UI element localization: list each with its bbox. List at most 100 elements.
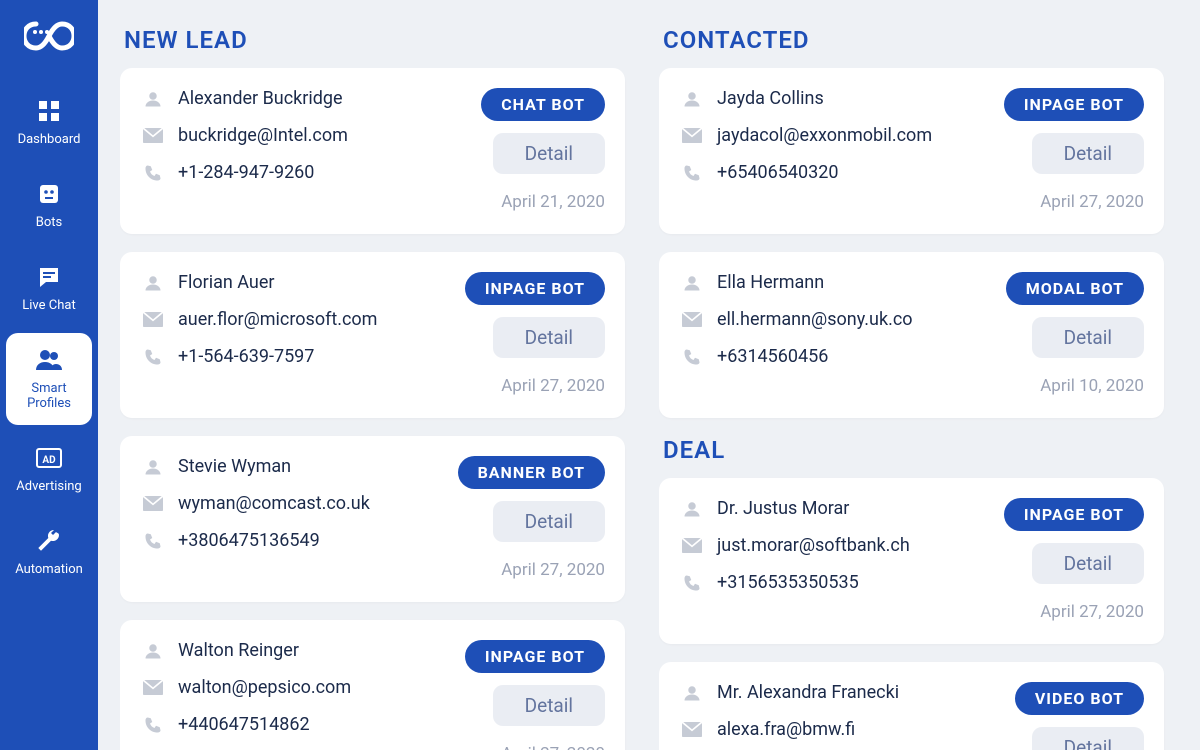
phone-icon	[142, 531, 164, 551]
lead-card: Jayda Collins jaydacol@exxonmobil.com +6…	[659, 68, 1164, 234]
phone-icon	[142, 347, 164, 367]
lead-date: April 27, 2020	[501, 560, 605, 580]
bot-badge: INPAGE BOT	[1004, 88, 1144, 121]
lead-name: Dr. Justus Morar	[717, 498, 849, 519]
lead-date: April 21, 2020	[501, 192, 605, 212]
bot-badge: INPAGE BOT	[465, 272, 605, 305]
detail-button[interactable]: Detail	[1032, 727, 1144, 750]
envelope-icon	[142, 494, 164, 514]
lead-phone: +440647514862	[178, 714, 310, 735]
lead-date: April 27, 2020	[501, 376, 605, 396]
envelope-icon	[681, 720, 703, 740]
app-logo	[19, 14, 79, 58]
column-title: DEAL	[663, 436, 1164, 464]
phone-icon	[142, 715, 164, 735]
lead-phone: +3156535350535	[717, 572, 859, 593]
lead-phone: +3806475136549	[178, 530, 320, 551]
lead-email: auer.flor@microsoft.com	[178, 309, 377, 330]
grid-icon	[32, 96, 66, 126]
lead-card: Florian Auer auer.flor@microsoft.com +1-…	[120, 252, 625, 418]
sidebar-item-label: Smart Profiles	[10, 381, 88, 411]
lead-name: Alexander Buckridge	[178, 88, 343, 109]
sidebar-item-label: Dashboard	[10, 132, 88, 147]
lead-email: walton@pepsico.com	[178, 677, 351, 698]
ad-icon: AD	[32, 443, 66, 473]
phone-icon	[681, 163, 703, 183]
lead-email: buckridge@Intel.com	[178, 125, 348, 146]
users-icon	[32, 345, 66, 375]
lead-card: Mr. Alexandra Franecki alexa.fra@bmw.fi …	[659, 662, 1164, 750]
person-icon	[681, 273, 703, 293]
sidebar-item-dashboard[interactable]: Dashboard	[6, 84, 92, 161]
detail-button[interactable]: Detail	[493, 133, 605, 174]
sidebar-item-livechat[interactable]: Live Chat	[6, 250, 92, 327]
lead-name: Mr. Alexandra Franecki	[717, 682, 899, 703]
sidebar-item-advertising[interactable]: AD Advertising	[6, 431, 92, 508]
person-icon	[681, 683, 703, 703]
column-new-lead: NEW LEAD Alexander Buckridge buckridge@I…	[120, 20, 639, 750]
detail-button[interactable]: Detail	[1032, 133, 1144, 174]
sidebar-item-automation[interactable]: Automation	[6, 514, 92, 591]
person-icon	[142, 457, 164, 477]
column-scroll[interactable]: Jayda Collins jaydacol@exxonmobil.com +6…	[659, 68, 1178, 750]
detail-button[interactable]: Detail	[1032, 543, 1144, 584]
lead-date: April 27, 2020	[501, 744, 605, 750]
sidebar-item-bots[interactable]: Bots	[6, 167, 92, 244]
envelope-icon	[142, 126, 164, 146]
kanban-board: NEW LEAD Alexander Buckridge buckridge@I…	[98, 0, 1200, 750]
lead-phone: +6314560456	[717, 346, 828, 367]
lead-card: Alexander Buckridge buckridge@Intel.com …	[120, 68, 625, 234]
envelope-icon	[681, 126, 703, 146]
sidebar-item-label: Automation	[10, 562, 88, 577]
envelope-icon	[681, 310, 703, 330]
lead-card: Ella Hermann ell.hermann@sony.uk.co +631…	[659, 252, 1164, 418]
column-title: NEW LEAD	[124, 26, 639, 54]
detail-button[interactable]: Detail	[1032, 317, 1144, 358]
lead-card: Dr. Justus Morar just.morar@softbank.ch …	[659, 478, 1164, 644]
sidebar: Dashboard Bots Live Chat Smart Profiles	[0, 0, 98, 750]
detail-button[interactable]: Detail	[493, 317, 605, 358]
lead-card: Stevie Wyman wyman@comcast.co.uk +380647…	[120, 436, 625, 602]
envelope-icon	[142, 678, 164, 698]
phone-icon	[142, 163, 164, 183]
lead-name: Stevie Wyman	[178, 456, 291, 477]
lead-email: wyman@comcast.co.uk	[178, 493, 370, 514]
person-icon	[142, 273, 164, 293]
column-title: CONTACTED	[663, 26, 1178, 54]
bot-badge: VIDEO BOT	[1015, 682, 1144, 715]
lead-name: Walton Reinger	[178, 640, 299, 661]
lead-email: ell.hermann@sony.uk.co	[717, 309, 913, 330]
lead-card: Walton Reinger walton@pepsico.com +44064…	[120, 620, 625, 750]
lead-email: just.morar@softbank.ch	[717, 535, 910, 556]
column-scroll[interactable]: Alexander Buckridge buckridge@Intel.com …	[120, 68, 639, 750]
person-icon	[142, 89, 164, 109]
bot-badge: INPAGE BOT	[465, 640, 605, 673]
lead-date: April 27, 2020	[1040, 192, 1144, 212]
bot-badge: CHAT BOT	[481, 88, 605, 121]
bot-badge: BANNER BOT	[458, 456, 605, 489]
chat-icon	[32, 262, 66, 292]
lead-email: alexa.fra@bmw.fi	[717, 719, 855, 740]
sidebar-item-label: Live Chat	[10, 298, 88, 313]
person-icon	[681, 499, 703, 519]
wrench-icon	[32, 526, 66, 556]
phone-icon	[681, 573, 703, 593]
bot-face-icon	[32, 179, 66, 209]
person-icon	[681, 89, 703, 109]
sidebar-item-smartprofiles[interactable]: Smart Profiles	[6, 333, 92, 425]
lead-date: April 27, 2020	[1040, 602, 1144, 622]
lead-name: Florian Auer	[178, 272, 274, 293]
lead-email: jaydacol@exxonmobil.com	[717, 125, 932, 146]
envelope-icon	[142, 310, 164, 330]
sidebar-item-label: Bots	[10, 215, 88, 230]
phone-icon	[681, 347, 703, 367]
detail-button[interactable]: Detail	[493, 685, 605, 726]
bot-badge: INPAGE BOT	[1004, 498, 1144, 531]
envelope-icon	[681, 536, 703, 556]
detail-button[interactable]: Detail	[493, 501, 605, 542]
svg-text:AD: AD	[42, 455, 56, 466]
sidebar-item-label: Advertising	[10, 479, 88, 494]
lead-phone: +1-284-947-9260	[178, 162, 314, 183]
sidebar-nav: Dashboard Bots Live Chat Smart Profiles	[0, 84, 98, 597]
lead-date: April 10, 2020	[1040, 376, 1144, 396]
